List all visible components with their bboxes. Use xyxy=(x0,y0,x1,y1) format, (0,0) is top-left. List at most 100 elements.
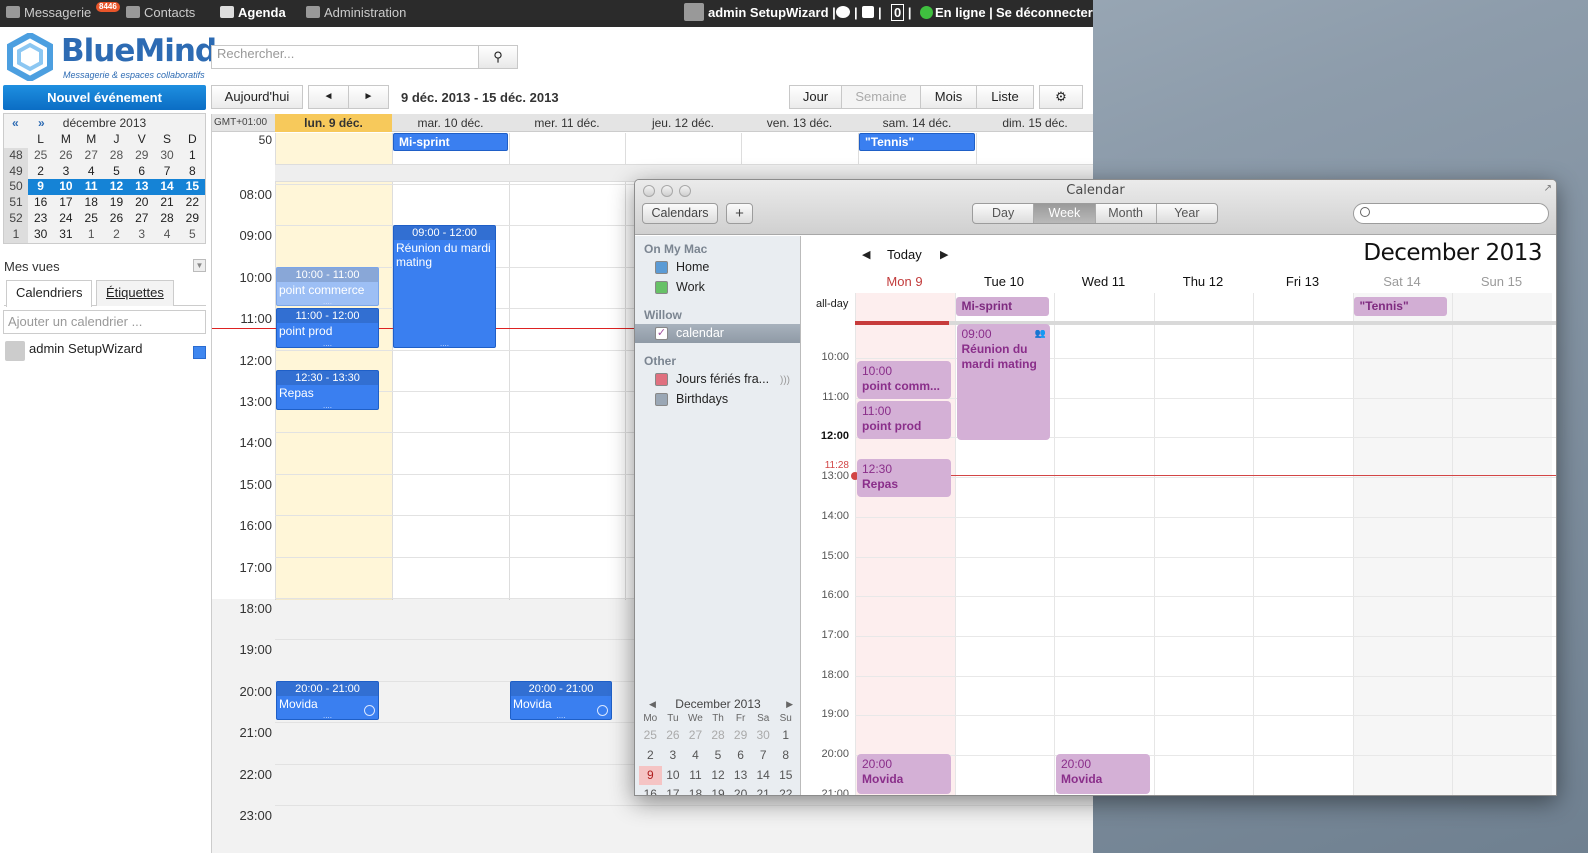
calendar-event[interactable]: 11:00 - 12:00 point prod.... xyxy=(276,308,379,348)
next-week-icon[interactable]: ▶ xyxy=(940,248,948,261)
nav-contacts[interactable]: Contacts xyxy=(126,0,195,27)
mac-mini-day[interactable]: 6 xyxy=(729,746,752,766)
mini-day[interactable]: 3 xyxy=(53,164,78,180)
resize-handle[interactable]: .... xyxy=(394,339,495,346)
mac-calendar-event[interactable]: 20:00 Movida xyxy=(857,754,951,794)
mac-calendar-event[interactable]: 20:00 Movida xyxy=(1056,754,1150,794)
mac-day-column[interactable] xyxy=(1054,293,1154,795)
mini-day[interactable]: 5 xyxy=(180,227,205,243)
mac-mini-day[interactable]: 2 xyxy=(639,746,662,766)
mac-day-header[interactable]: Fri 13 xyxy=(1253,274,1352,289)
mini-day[interactable]: 23 xyxy=(28,211,53,227)
nav-administration[interactable]: Administration xyxy=(306,0,406,27)
mini-day[interactable]: 28 xyxy=(154,211,179,227)
mini-next-icon[interactable]: ▶ xyxy=(786,696,793,712)
mac-mini-day[interactable]: 11 xyxy=(684,766,707,786)
mini-day[interactable]: 31 xyxy=(53,227,78,243)
mac-mini-day[interactable]: 13 xyxy=(729,766,752,786)
view-day-button[interactable]: Jour xyxy=(789,85,842,109)
mini-day[interactable]: 1 xyxy=(79,227,104,243)
mini-day[interactable]: 4 xyxy=(79,164,104,180)
mini-day[interactable]: 7 xyxy=(154,164,179,180)
mac-allday-event[interactable]: "Tennis" xyxy=(1353,297,1447,316)
mac-mini-day[interactable]: 20 xyxy=(729,785,752,795)
user-menu[interactable]: admin SetupWizard | xyxy=(684,0,836,27)
calendar-color-swatch[interactable] xyxy=(193,346,206,359)
mac-mini-day[interactable]: 9 xyxy=(639,765,662,786)
next-week-button[interactable]: ► xyxy=(348,85,389,109)
mini-day[interactable]: 14 xyxy=(154,179,180,196)
mac-mini-day[interactable]: 7 xyxy=(752,746,775,766)
week-number[interactable]: 50 xyxy=(4,179,28,196)
logout-link[interactable]: Se déconnecter xyxy=(996,0,1093,27)
calendar-event[interactable]: 09:00 - 12:00 Réunion du mardi mating.... xyxy=(393,225,496,348)
day-column[interactable] xyxy=(392,133,509,600)
sidebar-calendar-item[interactable]: Home xyxy=(635,258,800,277)
mini-day[interactable]: 24 xyxy=(53,211,78,227)
segment-month[interactable]: Month xyxy=(1094,204,1156,223)
mini-prev-icon[interactable]: ◀ xyxy=(649,696,656,712)
mac-day-column[interactable] xyxy=(1153,293,1254,795)
mac-mini-day[interactable]: 12 xyxy=(707,766,730,786)
mini-prev-month[interactable]: « xyxy=(12,114,19,132)
resize-handle[interactable]: .... xyxy=(511,712,611,719)
nav-messagerie[interactable]: Messagerie 8446 xyxy=(6,0,120,27)
mini-day[interactable]: 22 xyxy=(180,195,205,211)
mini-day[interactable]: 15 xyxy=(179,179,205,196)
calendar-checkbox[interactable] xyxy=(655,261,668,274)
mini-day[interactable]: 25 xyxy=(79,211,104,227)
mac-mini-day[interactable]: 14 xyxy=(752,766,775,786)
calendars-button[interactable]: Calendars xyxy=(642,203,718,224)
search-button[interactable]: ⚲ xyxy=(478,45,518,69)
sidebar-calendar-item[interactable]: Birthdays xyxy=(635,390,800,409)
tab-etiquettes[interactable]: Étiquettes xyxy=(96,280,174,306)
day-header[interactable]: sam. 14 déc. xyxy=(858,114,976,132)
week-number[interactable]: 52 xyxy=(4,210,28,227)
mac-day-header[interactable]: Wed 11 xyxy=(1054,274,1153,289)
mac-mini-day[interactable]: 1 xyxy=(774,726,797,746)
day-header[interactable]: dim. 15 déc. xyxy=(976,114,1093,132)
segment-week[interactable]: Week xyxy=(1033,204,1095,223)
mini-day[interactable]: 27 xyxy=(129,211,154,227)
mac-mini-day[interactable]: 28 xyxy=(707,726,730,746)
mac-day-header[interactable]: Sat 14 xyxy=(1353,274,1452,289)
mini-day[interactable]: 16 xyxy=(28,195,53,211)
mini-day[interactable]: 4 xyxy=(154,227,179,243)
mac-calendar-event[interactable]: 09:00 Réunion du mardi mating 👥 xyxy=(956,324,1050,440)
allday-event[interactable]: Mi-sprint xyxy=(393,133,508,151)
mac-day-column[interactable] xyxy=(1352,293,1452,795)
calendar-checkbox[interactable] xyxy=(655,281,668,294)
view-week-button[interactable]: Semaine xyxy=(841,85,921,109)
mini-day[interactable]: 10 xyxy=(53,179,79,196)
mac-calendar-event[interactable]: 11:00 point prod xyxy=(857,401,951,439)
mini-day[interactable]: 20 xyxy=(129,195,154,211)
mac-mini-day[interactable]: 4 xyxy=(684,746,707,766)
tab-calendriers[interactable]: Calendriers xyxy=(6,280,93,307)
mini-day[interactable]: 30 xyxy=(28,227,53,243)
prev-week-button[interactable]: ◄ xyxy=(308,85,349,109)
mac-mini-day[interactable]: 29 xyxy=(729,726,752,746)
mini-day[interactable]: 27 xyxy=(79,148,104,164)
mac-mini-day[interactable]: 22 xyxy=(774,785,797,795)
mac-mini-day[interactable]: 30 xyxy=(752,726,775,746)
day-header[interactable]: ven. 13 déc. xyxy=(741,114,858,132)
mac-search-input[interactable] xyxy=(1353,203,1549,224)
mac-day-header[interactable]: Sun 15 xyxy=(1452,274,1551,289)
mac-mini-day[interactable]: 18 xyxy=(684,785,707,795)
mini-day[interactable]: 3 xyxy=(129,227,154,243)
day-column[interactable] xyxy=(509,133,625,600)
mac-day-header[interactable]: Thu 12 xyxy=(1154,274,1253,289)
search-input[interactable]: Rechercher... xyxy=(211,45,478,69)
calendar-checkbox[interactable]: ✓ xyxy=(655,327,668,340)
mini-day[interactable]: 21 xyxy=(154,195,179,211)
calendar-checkbox[interactable] xyxy=(655,373,668,386)
calendar-event[interactable]: 20:00 - 21:00 Movida.... xyxy=(276,680,379,721)
mac-day-column[interactable] xyxy=(1452,293,1552,795)
mini-day[interactable]: 2 xyxy=(28,164,53,180)
mac-mini-day[interactable]: 21 xyxy=(752,785,775,795)
prev-week-icon[interactable]: ◀ xyxy=(862,248,870,261)
week-number[interactable]: 49 xyxy=(4,163,28,180)
mini-day[interactable]: 25 xyxy=(28,148,53,164)
resize-handle[interactable]: .... xyxy=(277,401,378,408)
mac-mini-day[interactable]: 10 xyxy=(662,766,685,786)
